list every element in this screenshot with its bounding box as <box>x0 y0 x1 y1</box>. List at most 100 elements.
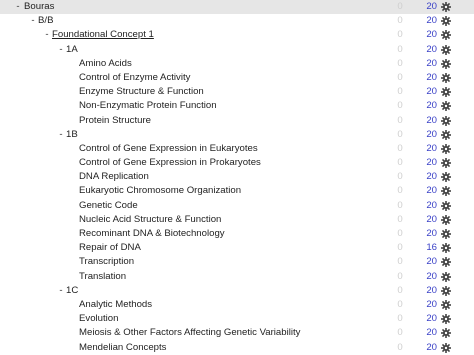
collapse-toggle[interactable]: - <box>57 284 65 298</box>
gear-icon[interactable] <box>441 257 451 268</box>
deck-name[interactable]: Meiosis & Other Factors Affecting Geneti… <box>79 326 300 340</box>
new-count: 0 <box>397 114 403 126</box>
deck-row[interactable]: Repair of DNA 0 16 <box>0 241 474 255</box>
due-count: 20 <box>426 327 437 339</box>
due-count: 20 <box>426 199 437 211</box>
deck-name[interactable]: Nucleic Acid Structure & Function <box>79 213 221 227</box>
new-count: 0 <box>397 242 403 254</box>
deck-row[interactable]: Translation 0 20 <box>0 270 474 284</box>
deck-name[interactable]: Control of Enzyme Activity <box>79 71 190 85</box>
deck-row[interactable]: Nucleic Acid Structure & Function 0 20 <box>0 213 474 227</box>
gear-icon[interactable] <box>441 101 451 112</box>
new-count: 0 <box>397 185 403 197</box>
gear-icon[interactable] <box>441 328 451 339</box>
deck-row[interactable]: -1C 0 20 <box>0 284 474 298</box>
deck-name[interactable]: Bouras <box>24 0 54 14</box>
deck-name[interactable]: Non-Enzymatic Protein Function <box>79 99 217 113</box>
deck-row[interactable]: - Foundational Concept 1 0 20 <box>0 28 474 42</box>
deck-row[interactable]: - B/B 0 20 <box>0 14 474 28</box>
deck-name[interactable]: DNA Replication <box>79 170 149 184</box>
deck-row[interactable]: -1B 0 20 <box>0 128 474 142</box>
deck-row[interactable]: Genetic Code 0 20 <box>0 199 474 213</box>
deck-row[interactable]: - Bouras 0 20 <box>0 0 474 15</box>
deck-row[interactable]: -1A 0 20 <box>0 43 474 57</box>
deck-row[interactable]: DNA Replication 0 20 <box>0 170 474 184</box>
due-count: 20 <box>426 228 437 239</box>
deck-name[interactable]: Repair of DNA <box>79 241 141 255</box>
deck-row[interactable]: Enzyme Structure & Function 0 20 <box>0 85 474 99</box>
gear-icon[interactable] <box>441 16 451 27</box>
collapse-toggle[interactable]: - <box>29 14 37 28</box>
deck-name[interactable]: B/B <box>38 14 53 28</box>
gear-icon[interactable] <box>441 58 451 69</box>
gear-icon[interactable] <box>441 314 451 325</box>
deck-row[interactable]: Protein Structure 0 20 <box>0 114 474 128</box>
due-count: 20 <box>426 29 437 41</box>
due-count: 20 <box>426 284 437 296</box>
new-count: 0 <box>397 128 403 140</box>
deck-name[interactable]: Genetic Code <box>79 199 138 213</box>
gear-icon[interactable] <box>441 115 451 126</box>
due-count: 20 <box>426 213 437 225</box>
deck-row[interactable]: Transcription 0 20 <box>0 255 474 269</box>
collapse-toggle[interactable]: - <box>57 128 65 142</box>
deck-row[interactable]: Control of Enzyme Activity 0 20 <box>0 71 474 85</box>
deck-row[interactable]: Meiosis & Other Factors Affecting Geneti… <box>0 326 474 340</box>
deck-row[interactable]: Control of Gene Expression in Eukaryotes… <box>0 142 474 156</box>
gear-icon[interactable] <box>441 129 451 140</box>
deck-name[interactable]: Recominant DNA & Biotechnology <box>79 227 225 241</box>
gear-icon[interactable] <box>441 143 451 154</box>
gear-icon[interactable] <box>441 30 451 41</box>
deck-name[interactable]: 1B <box>66 128 78 142</box>
deck-name[interactable]: Enzyme Structure & Function <box>79 85 204 99</box>
deck-name[interactable]: Evolution <box>79 312 118 326</box>
deck-name[interactable]: Control of Gene Expression in Prokaryote… <box>79 156 261 170</box>
gear-icon[interactable] <box>441 186 451 197</box>
gear-icon[interactable] <box>441 2 451 12</box>
new-count: 0 <box>397 71 403 83</box>
gear-icon[interactable] <box>441 44 451 55</box>
gear-icon[interactable] <box>441 299 451 310</box>
due-count: 20 <box>426 270 437 282</box>
gear-icon[interactable] <box>441 158 451 169</box>
deck-name[interactable]: Analytic Methods <box>79 298 152 312</box>
due-count: 20 <box>426 15 437 27</box>
deck-row[interactable]: Amino Acids 0 20 <box>0 57 474 71</box>
deck-row[interactable]: Analytic Methods 0 20 <box>0 298 474 312</box>
due-count: 20 <box>426 114 437 126</box>
deck-name[interactable]: Eukaryotic Chromosome Organization <box>79 184 241 198</box>
new-count: 0 <box>397 15 403 27</box>
gear-icon[interactable] <box>441 172 451 183</box>
gear-icon[interactable] <box>441 87 451 98</box>
due-count: 20 <box>426 142 437 154</box>
deck-row[interactable]: Evolution 0 20 <box>0 312 474 326</box>
gear-icon[interactable] <box>441 243 451 254</box>
new-count: 0 <box>397 43 403 55</box>
gear-icon[interactable] <box>441 342 451 353</box>
deck-name[interactable]: Control of Gene Expression in Eukaryotes <box>79 142 258 156</box>
gear-icon[interactable] <box>441 200 451 211</box>
deck-name[interactable]: Foundational Concept 1 <box>52 28 154 42</box>
deck-name[interactable]: 1A <box>66 43 78 57</box>
deck-row[interactable]: Non-Enzymatic Protein Function 0 20 <box>0 99 474 113</box>
deck-name[interactable]: Translation <box>79 270 126 284</box>
gear-icon[interactable] <box>441 214 451 225</box>
gear-icon[interactable] <box>441 72 451 83</box>
due-count: 20 <box>426 256 437 268</box>
deck-row[interactable]: Recominant DNA & Biotechnology 0 20 <box>0 227 474 241</box>
deck-name[interactable]: 1C <box>66 284 78 298</box>
new-count: 0 <box>397 327 403 339</box>
deck-name[interactable]: Transcription <box>79 255 134 269</box>
deck-name[interactable]: Amino Acids <box>79 57 132 71</box>
collapse-toggle[interactable]: - <box>57 43 65 57</box>
collapse-toggle[interactable]: - <box>14 0 22 14</box>
collapse-toggle[interactable]: - <box>43 28 51 42</box>
gear-icon[interactable] <box>441 285 451 296</box>
new-count: 0 <box>397 213 403 225</box>
gear-icon[interactable] <box>441 271 451 282</box>
deck-name[interactable]: Protein Structure <box>79 114 151 128</box>
deck-row[interactable]: Control of Gene Expression in Prokaryote… <box>0 156 474 170</box>
new-count: 0 <box>397 256 403 268</box>
deck-row[interactable]: Eukaryotic Chromosome Organization 0 20 <box>0 184 474 198</box>
gear-icon[interactable] <box>441 229 451 239</box>
